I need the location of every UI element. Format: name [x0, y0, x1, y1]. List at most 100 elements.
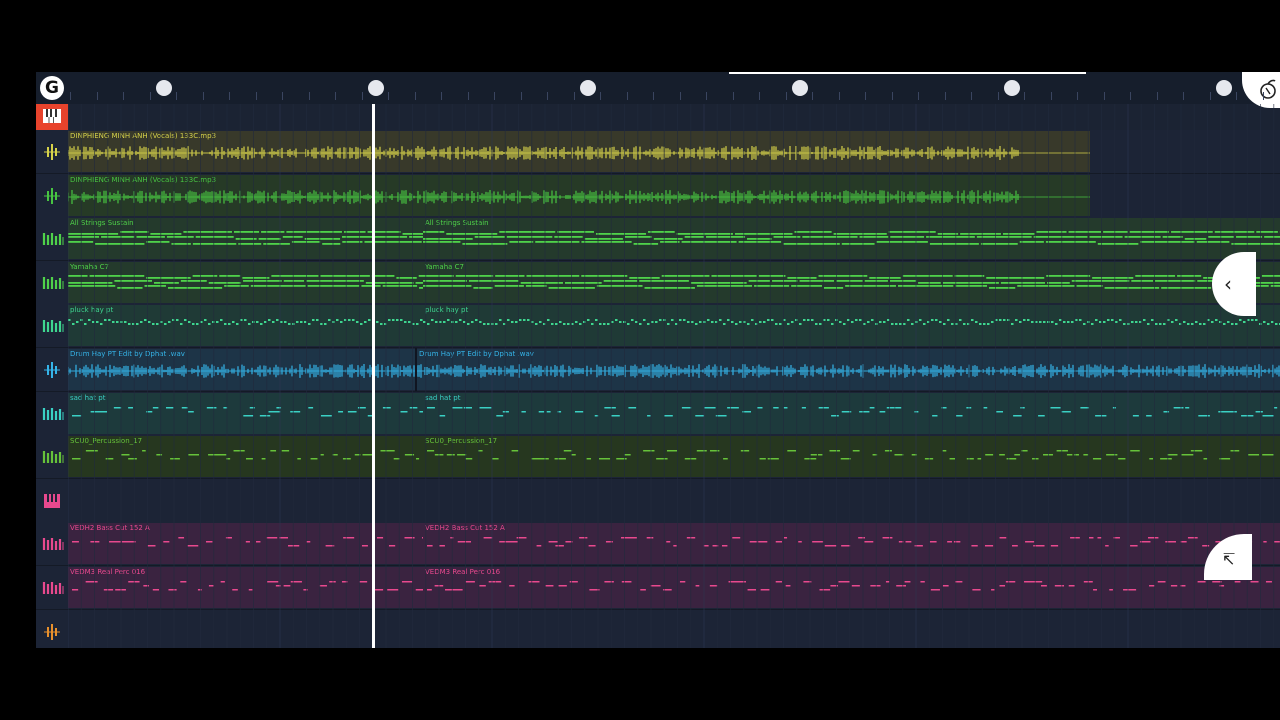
- ruler-tick: [680, 92, 681, 100]
- fl-fruit-icon[interactable]: [1242, 72, 1280, 108]
- ruler-tick: [388, 92, 389, 100]
- pattern-clip[interactable]: DINPHIENG MINH ANH (Vocals) 133C.mp3: [68, 174, 1090, 216]
- track-lane[interactable]: Yamaha C7 Yamaha C7: [36, 260, 1280, 305]
- bar-marker[interactable]: [792, 80, 808, 96]
- ruler-tick: [1157, 92, 1158, 100]
- track-lane[interactable]: Drum Hay PT Edit by Dphat .wav Drum Hay P…: [36, 348, 1280, 392]
- pattern-clip[interactable]: Drum Hay PT Edit by Dphat .wav: [417, 349, 1280, 390]
- pattern-icon[interactable]: [36, 522, 68, 565]
- mixer-button[interactable]: [36, 104, 68, 130]
- pattern-clip[interactable]: Drum Hay PT Edit by Dphat .wav: [68, 349, 415, 390]
- ruler-tick: [1236, 92, 1237, 100]
- ruler-tick: [415, 92, 416, 100]
- pattern-clip[interactable]: SCU0_Percussion_17: [423, 436, 1280, 478]
- waveform: [68, 364, 415, 378]
- ruler-tick: [733, 92, 734, 100]
- ruler-tick: [1051, 92, 1052, 100]
- piano-keys-icon: [43, 109, 61, 123]
- track-lane[interactable]: DINPHIENG MINH ANH (Vocals) 133C.mp3: [36, 173, 1280, 218]
- pattern-clip[interactable]: pluck hay pt: [423, 305, 1280, 347]
- pattern-icon[interactable]: [36, 392, 68, 435]
- pattern-clip[interactable]: VEDM3 Real Perc 016: [423, 567, 1280, 608]
- clip-name: SCU0_Percussion_17: [70, 437, 143, 446]
- bar-marker[interactable]: [156, 80, 172, 96]
- pattern-icon[interactable]: [36, 304, 68, 347]
- pattern-icon[interactable]: [36, 261, 68, 304]
- loop-region-bar[interactable]: [729, 72, 1086, 74]
- ruler-tick: [547, 92, 548, 100]
- pattern-icon[interactable]: [36, 217, 68, 260]
- ruler-tick: [150, 92, 151, 100]
- audio-icon[interactable]: [36, 610, 68, 648]
- chevron-left-icon: ‹: [1224, 272, 1232, 296]
- clip-name: Yamaha C7: [425, 262, 465, 271]
- note-preview: [427, 406, 1278, 417]
- track-lane[interactable]: VEDH2 Bass Cut 152 A VEDH2 Bass Cut 152 A: [36, 522, 1280, 567]
- track-lane[interactable]: All Strings Sustain All Strings Sustain: [36, 217, 1280, 262]
- clip-name: sad hat pt: [425, 393, 461, 402]
- ruler-tick: [256, 92, 257, 100]
- ruler-tick: [176, 92, 177, 100]
- bar-marker[interactable]: [580, 80, 596, 96]
- arrow-back-icon: ↸: [1222, 550, 1236, 569]
- fl-logo-icon[interactable]: G: [40, 76, 64, 100]
- pattern-clip[interactable]: VEDH2 Bass Cut 152 A: [423, 523, 1280, 565]
- ruler-tick: [812, 92, 813, 100]
- bar-marker[interactable]: [1004, 80, 1020, 96]
- clip-name: DINPHIENG MINH ANH (Vocals) 133C.mp3: [70, 132, 217, 140]
- ruler-tick: [229, 92, 230, 100]
- ruler-tick: [892, 92, 893, 100]
- ruler-tick: [865, 92, 866, 100]
- pattern-clip[interactable]: Yamaha C7: [423, 261, 1280, 303]
- ruler-tick: [97, 92, 98, 100]
- ruler-tick: [786, 92, 787, 100]
- ruler-tick: [653, 92, 654, 100]
- ruler-tick: [468, 92, 469, 100]
- clip-name: Drum Hay PT Edit by Dphat .wav: [419, 350, 534, 358]
- ruler-tick: [918, 92, 919, 100]
- pattern-icon[interactable]: [36, 566, 68, 609]
- ruler-tick: [574, 92, 575, 100]
- track-lane[interactable]: [36, 478, 1280, 523]
- bar-marker[interactable]: [368, 80, 384, 96]
- waveform: [417, 364, 1280, 378]
- playlist-window: G DINPHIENG MINH ANH (Vocals) 133C.mp3 DI…: [36, 72, 1280, 648]
- ruler-tick: [706, 92, 707, 100]
- audio-icon[interactable]: [36, 348, 68, 391]
- ruler-tick: [521, 92, 522, 100]
- ruler-tick: [600, 92, 601, 100]
- clip-name: pluck hay pt: [70, 306, 114, 315]
- pattern-clip[interactable]: sad hat pt: [423, 392, 1280, 434]
- audio-icon[interactable]: [36, 130, 68, 173]
- pattern-clip[interactable]: DINPHIENG MINH ANH (Vocals) 133C.mp3: [68, 131, 1090, 172]
- ruler-tick: [494, 92, 495, 100]
- ruler-tick: [839, 92, 840, 100]
- ruler-tick: [282, 92, 283, 100]
- ruler-tick: [1183, 92, 1184, 100]
- ruler-tick: [998, 92, 999, 100]
- ruler-tick: [1104, 92, 1105, 100]
- track-lane[interactable]: pluck hay pt pluck hay pt: [36, 304, 1280, 349]
- ruler-tick: [203, 92, 204, 100]
- ruler-tick: [70, 92, 71, 100]
- track-lane[interactable]: SCU0_Percussion_17 SCU0_Percussion_17: [36, 435, 1280, 480]
- timeline-ruler[interactable]: G: [36, 72, 1280, 108]
- pattern-clip[interactable]: All Strings Sustain: [423, 218, 1280, 260]
- note-preview: [423, 231, 1280, 245]
- ruler-tick: [945, 92, 946, 100]
- ruler-tick: [362, 92, 363, 100]
- clip-name: All Strings Sustain: [425, 219, 489, 228]
- track-lane[interactable]: sad hat pt sad hat pt: [36, 391, 1280, 436]
- note-preview: [427, 537, 1280, 547]
- track-lane[interactable]: DINPHIENG MINH ANH (Vocals) 133C.mp3: [36, 130, 1280, 174]
- bar-marker[interactable]: [1216, 80, 1232, 96]
- playhead[interactable]: [372, 104, 375, 648]
- pattern-icon[interactable]: [36, 435, 68, 478]
- track-lane[interactable]: [36, 609, 1280, 648]
- piano-icon[interactable]: [36, 479, 68, 522]
- track-lane[interactable]: VEDM3 Real Perc 016 VEDM3 Real Perc 016: [36, 566, 1280, 610]
- ruler-tick: [1130, 92, 1131, 100]
- clip-name: VEDM3 Real Perc 016: [425, 568, 501, 576]
- audio-icon[interactable]: [36, 174, 68, 217]
- waveform: [68, 189, 1090, 204]
